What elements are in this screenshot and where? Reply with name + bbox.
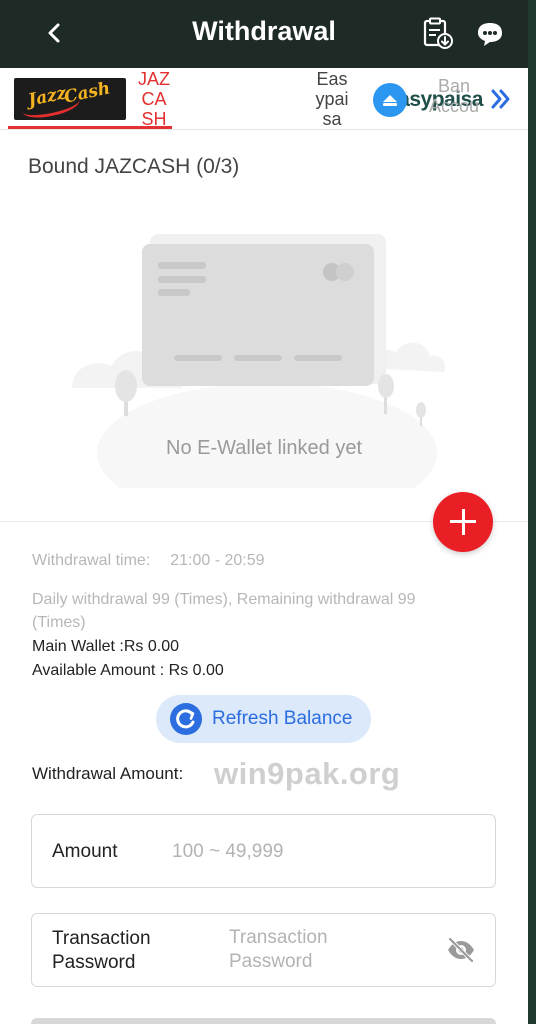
tab-label: JAZ CA SH [137,69,170,129]
withdrawal-time: Withdrawal time: 21:00 - 20:59 [32,552,265,570]
refresh-icon [170,703,202,735]
transaction-password-input[interactable] [229,926,429,976]
refresh-balance-button[interactable]: Refresh Balance [156,695,371,743]
bank-icon [373,83,407,117]
tab-bank-account[interactable]: Ban Accou [365,68,495,130]
scroll-edge [528,0,536,1024]
active-tab-indicator [8,126,172,129]
daily-withdrawal-limit: Daily withdrawal 99 (Times), Remaining w… [32,591,416,608]
transaction-password-label: Transaction Password [52,928,151,973]
available-amount: Available Amount : Rs 0.00 [32,662,224,679]
top-bar: Withdrawal [0,0,528,68]
amount-field: Amount [31,814,496,888]
transaction-password-field: Transaction Password [31,913,496,987]
amount-label: Amount [52,841,118,862]
watermark: win9pak.org [214,756,401,791]
amount-input[interactable] [172,839,472,865]
jazzcash-logo: Jazz Cash [14,78,126,120]
tab-label: Ban Accou [428,76,480,116]
tab-easypaisa[interactable]: easypaisa Eas ypai sa [190,68,483,130]
clipboard-download-icon[interactable] [420,17,456,51]
empty-state-text: No E-Wallet linked yet [166,437,362,459]
eye-off-icon[interactable] [445,936,477,964]
bound-wallet-title: Bound JAZCASH (0/3) [28,155,240,178]
customer-service-chat-icon[interactable] [472,17,508,51]
withdrawal-amount-label: Withdrawal Amount: [32,764,184,783]
main-wallet-balance: Main Wallet :Rs 0.00 [32,638,180,655]
double-chevron-right-icon[interactable] [486,84,516,114]
tab-jazzcash[interactable]: Jazz Cash JAZ CA SH [0,68,178,130]
payment-channel-tabs: JazzCash JAZ CA SH easypaisa Eas ypai sa… [0,68,528,130]
refresh-balance-label: Refresh Balance [212,708,353,729]
withdrawal-time-value: 21:00 - 20:59 [170,552,265,569]
submit-withdrawal-button[interactable] [31,1018,496,1024]
withdrawal-time-label: Withdrawal time: [32,552,151,569]
tab-label: Eas ypai sa [315,69,349,129]
daily-withdrawal-limit-cont: (Times) [32,614,86,631]
add-wallet-button[interactable] [433,492,493,552]
